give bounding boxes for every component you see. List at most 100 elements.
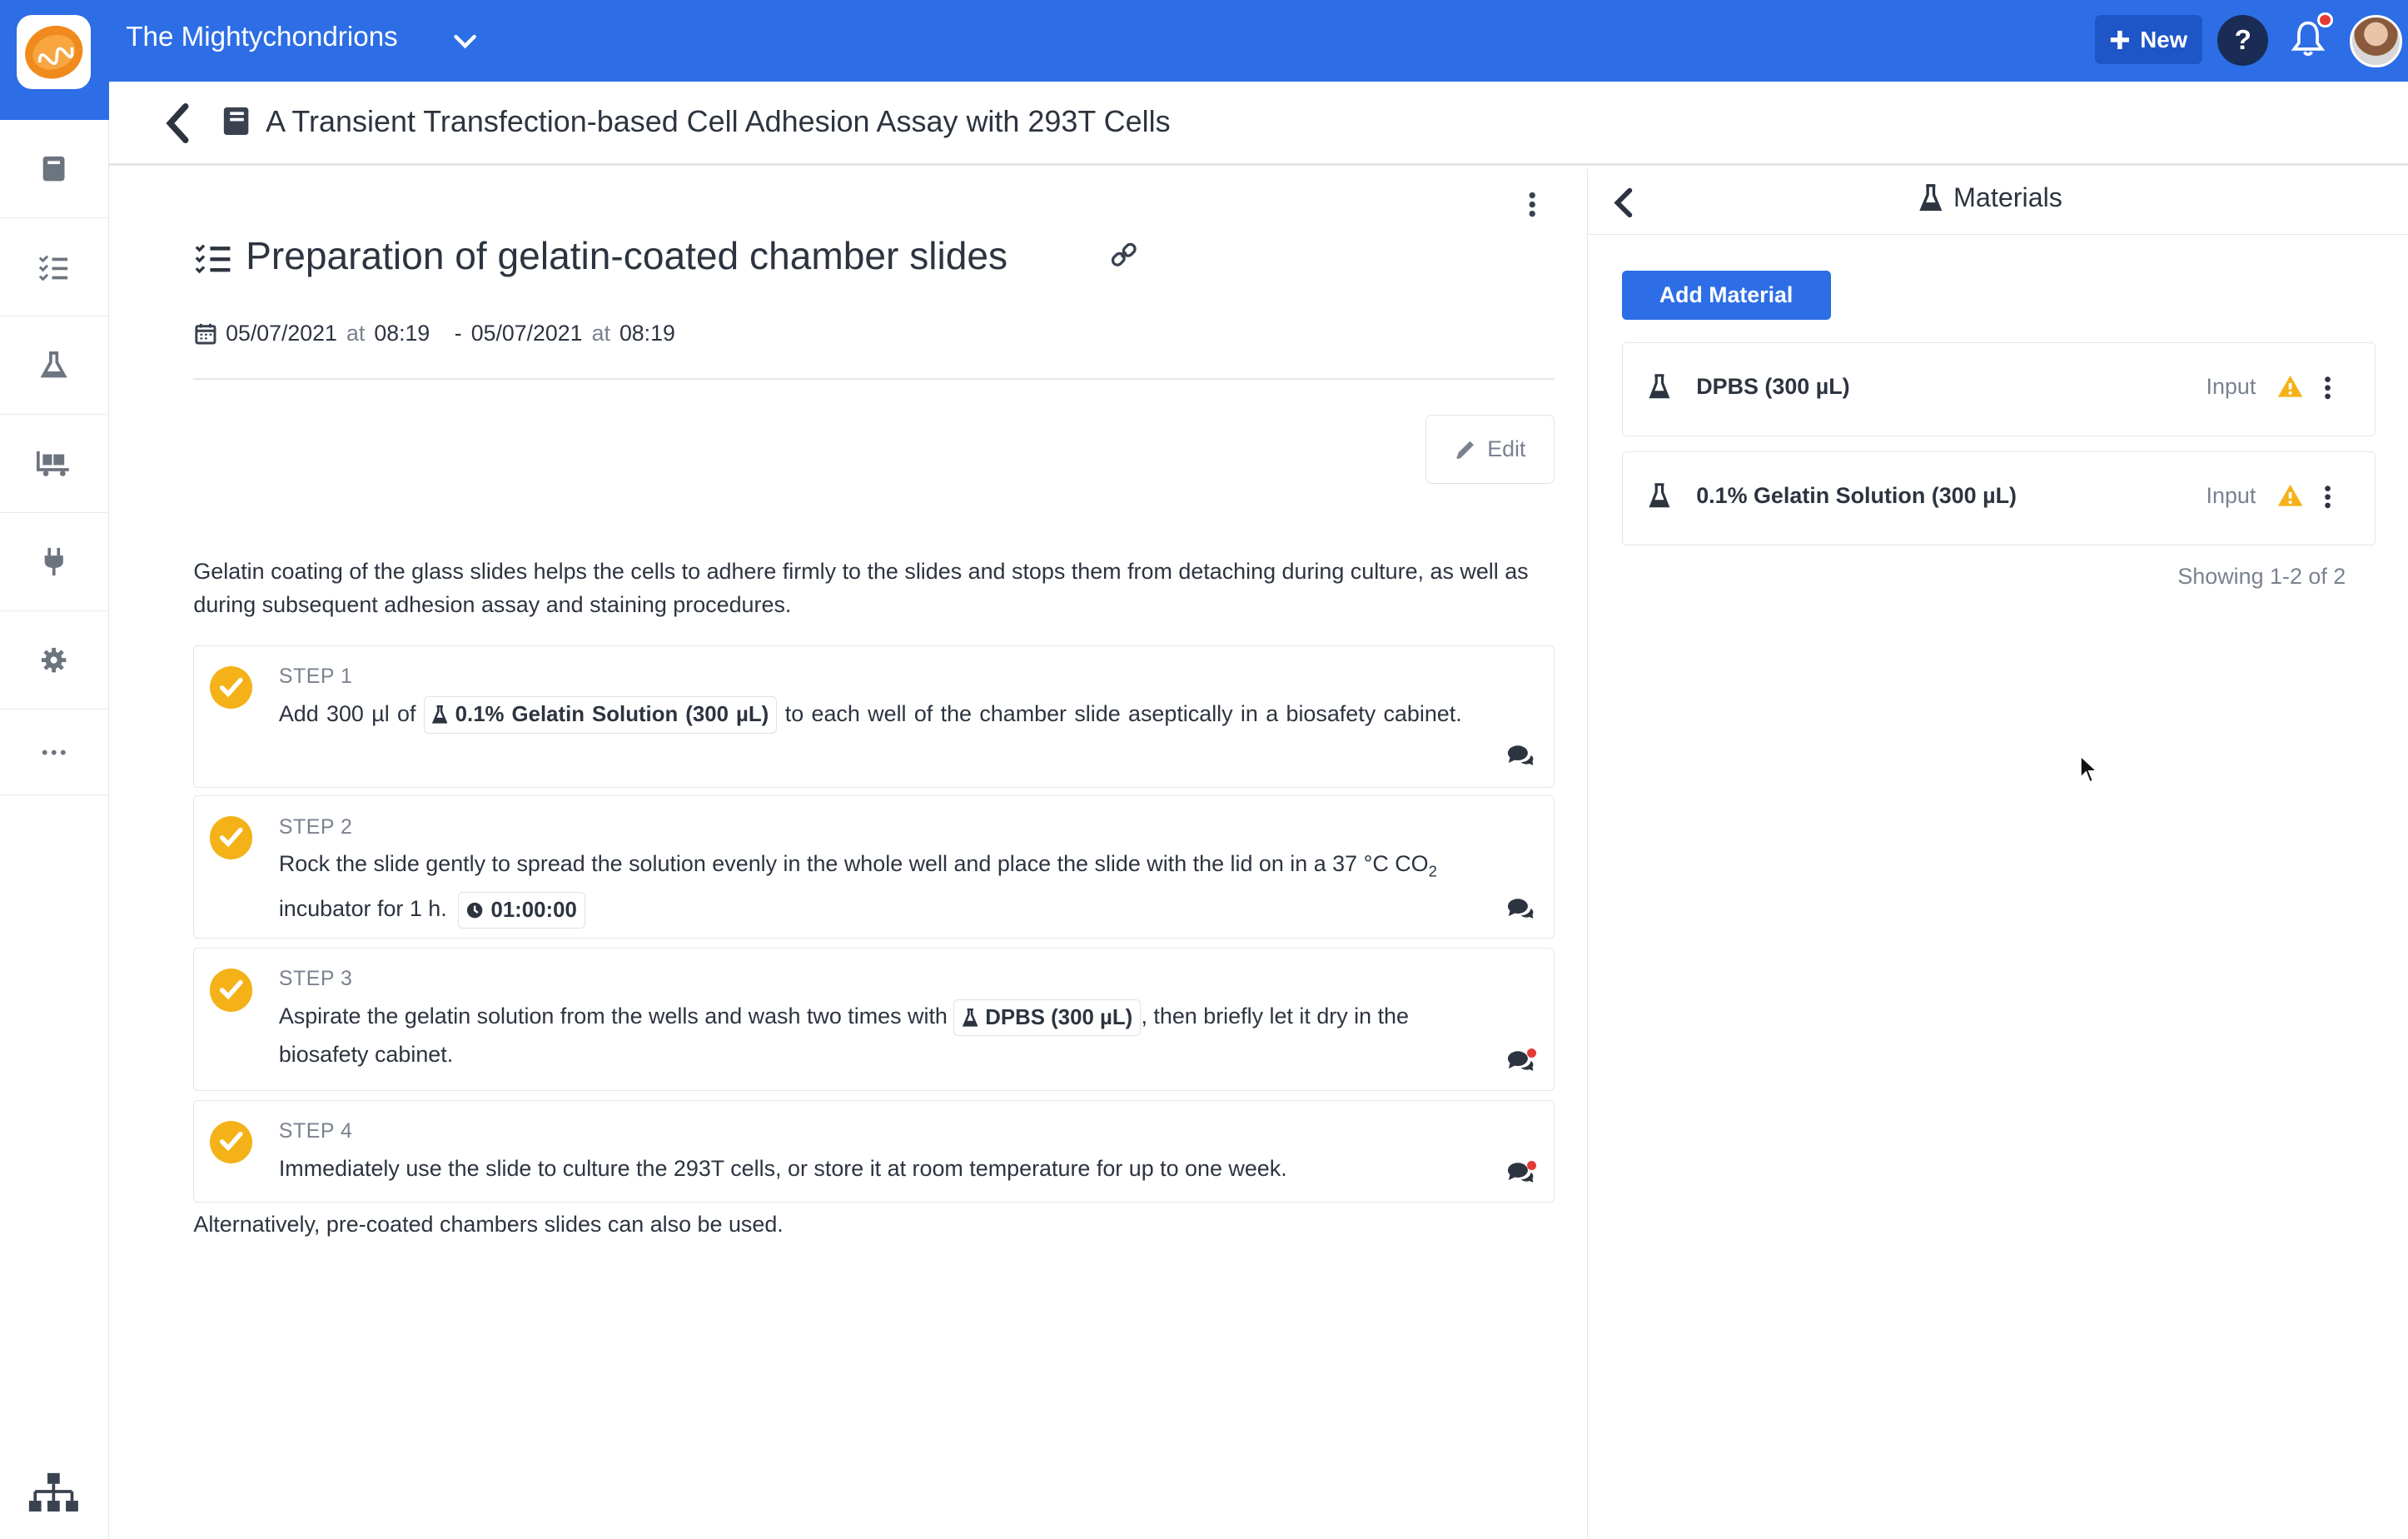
new-button[interactable]: New xyxy=(2094,15,2202,65)
timer-chip[interactable]: 01:00:00 xyxy=(457,891,586,929)
section-description: Gelatin coating of the glass slides help… xyxy=(193,558,1529,618)
logo-area xyxy=(0,0,109,120)
plug-icon xyxy=(44,547,63,576)
materials-panel-title: Materials xyxy=(1919,182,2062,213)
material-type: Input xyxy=(2206,483,2256,509)
sidebar-item-inventory[interactable] xyxy=(0,415,108,513)
material-chip[interactable]: DPBS (300 µL) xyxy=(953,999,1142,1037)
calendar-icon xyxy=(195,323,216,345)
flask-icon xyxy=(1649,483,1670,508)
kebab-menu-icon[interactable] xyxy=(2323,376,2332,401)
step-label: STEP 3 xyxy=(278,967,353,991)
mitochondrion-logo-icon xyxy=(24,25,83,79)
more-icon xyxy=(42,750,66,755)
step-text-after: to each well of the chamber slide asepti… xyxy=(784,700,1462,726)
step-text: Rock the slide gently to spread the solu… xyxy=(279,845,1470,929)
check-icon xyxy=(219,828,243,848)
org-chart-icon[interactable] xyxy=(27,1472,80,1515)
material-type: Input xyxy=(2206,374,2256,400)
kebab-menu-icon[interactable] xyxy=(2323,485,2332,510)
comments-icon[interactable] xyxy=(1507,898,1535,919)
pagination-summary: Showing 1-2 of 2 xyxy=(2177,563,2346,589)
sidebar xyxy=(0,119,109,1539)
sidebar-item-notebooks[interactable] xyxy=(0,120,108,218)
step-3[interactable]: STEP 3 Aspirate the gelatin solution fro… xyxy=(193,947,1555,1091)
sidebar-item-settings[interactable] xyxy=(0,611,108,710)
end-time: 08:19 xyxy=(619,321,675,346)
checklist-icon xyxy=(195,244,231,274)
flask-icon xyxy=(962,1008,978,1027)
check-icon xyxy=(219,979,243,1000)
new-comment-dot xyxy=(1527,1048,1537,1058)
material-chip-label: 0.1% Gelatin Solution (300 µL) xyxy=(455,703,769,727)
sidebar-item-more[interactable] xyxy=(0,710,108,796)
chevron-down-icon[interactable] xyxy=(451,27,479,55)
sidebar-item-materials[interactable] xyxy=(0,316,108,415)
sidebar-item-protocols[interactable] xyxy=(0,218,108,316)
step-text-before: Rock the slide gently to spread the solu… xyxy=(278,851,1429,877)
mouse-cursor-icon xyxy=(2080,754,2099,784)
chevron-left-icon[interactable] xyxy=(1613,187,1634,218)
comments-icon[interactable] xyxy=(1507,745,1535,766)
gear-icon xyxy=(41,647,67,673)
plus-icon xyxy=(2111,30,2130,49)
warning-icon xyxy=(2278,484,2303,506)
chevron-left-icon[interactable] xyxy=(164,102,192,143)
step-complete-check[interactable] xyxy=(209,1120,253,1164)
add-material-button[interactable]: Add Material xyxy=(1621,270,1831,320)
section-content: Preparation of gelatin-coated chamber sl… xyxy=(109,168,1589,1539)
material-chip[interactable]: 0.1% Gelatin Solution (300 µL) xyxy=(423,696,778,734)
material-chip-label: DPBS (300 µL) xyxy=(985,1005,1133,1029)
section-title: Preparation of gelatin-coated chamber sl… xyxy=(246,234,1008,278)
checklist-icon xyxy=(38,255,68,281)
sidebar-item-integrations[interactable] xyxy=(0,513,108,612)
material-row[interactable]: 0.1% Gelatin Solution (300 µL) Input xyxy=(1621,451,2376,545)
step-4[interactable]: STEP 4 Immediately use the slide to cult… xyxy=(193,1099,1555,1203)
step-2[interactable]: STEP 2 Rock the slide gently to spread t… xyxy=(193,795,1555,939)
kebab-menu-icon[interactable] xyxy=(1525,191,1540,218)
pencil-icon xyxy=(1455,441,1474,459)
timer-label: 01:00:00 xyxy=(490,898,577,922)
date-range: 05/07/2021 at 08:19 - 05/07/2021 at 08:1… xyxy=(195,321,675,346)
step-complete-check[interactable] xyxy=(209,816,253,859)
step-text: Immediately use the slide to culture the… xyxy=(278,1155,1287,1181)
document-title: A Transient Transfection-based Cell Adhe… xyxy=(266,104,1171,139)
notebook-icon xyxy=(42,156,65,182)
date-separator: - xyxy=(454,321,462,346)
step-text: Add 300 µl of 0.1% Gelatin Solution (300… xyxy=(279,695,1470,734)
material-row[interactable]: DPBS (300 µL) Input xyxy=(1621,342,2376,436)
edit-button[interactable]: Edit xyxy=(1425,414,1555,484)
material-name: DPBS (300 µL) xyxy=(1696,374,1850,400)
subscript: 2 xyxy=(1428,862,1437,880)
start-time: 08:19 xyxy=(374,321,430,346)
start-at-label: at xyxy=(346,321,366,346)
divider xyxy=(193,377,1555,380)
warning-icon xyxy=(2278,376,2303,397)
end-at-label: at xyxy=(591,321,610,346)
step-complete-check[interactable] xyxy=(209,665,253,710)
flask-icon xyxy=(1649,374,1670,399)
step-complete-check[interactable] xyxy=(209,968,253,1012)
flask-icon xyxy=(40,351,67,378)
step-1[interactable]: STEP 1 Add 300 µl of 0.1% Gelatin Soluti… xyxy=(193,645,1555,789)
section-footnote: Alternatively, pre-coated chambers slide… xyxy=(193,1212,784,1238)
avatar[interactable] xyxy=(2349,15,2402,68)
materials-panel-header: Materials xyxy=(1588,169,2408,236)
step-label: STEP 1 xyxy=(278,664,353,688)
materials-panel: Materials Add Material DPBS (300 µL) Inp… xyxy=(1588,169,2408,1539)
step-label: STEP 4 xyxy=(278,1118,353,1143)
step-text: Aspirate the gelatin solution from the w… xyxy=(279,998,1470,1073)
notification-dot xyxy=(2317,12,2333,28)
app-logo[interactable] xyxy=(17,15,91,89)
team-name[interactable]: The Mightychondrions xyxy=(126,22,398,53)
clock-icon xyxy=(466,902,483,919)
new-button-label: New xyxy=(2140,26,2188,52)
step-text-after: incubator for 1 h. xyxy=(278,896,447,922)
flask-icon xyxy=(432,705,448,725)
flask-icon xyxy=(1919,184,1943,212)
end-date: 05/07/2021 xyxy=(470,321,583,346)
material-name: 0.1% Gelatin Solution (300 µL) xyxy=(1696,483,2017,509)
link-icon[interactable] xyxy=(1112,242,1137,267)
notebook-icon xyxy=(224,107,249,136)
step-text-before: Add 300 µl of xyxy=(278,700,416,726)
